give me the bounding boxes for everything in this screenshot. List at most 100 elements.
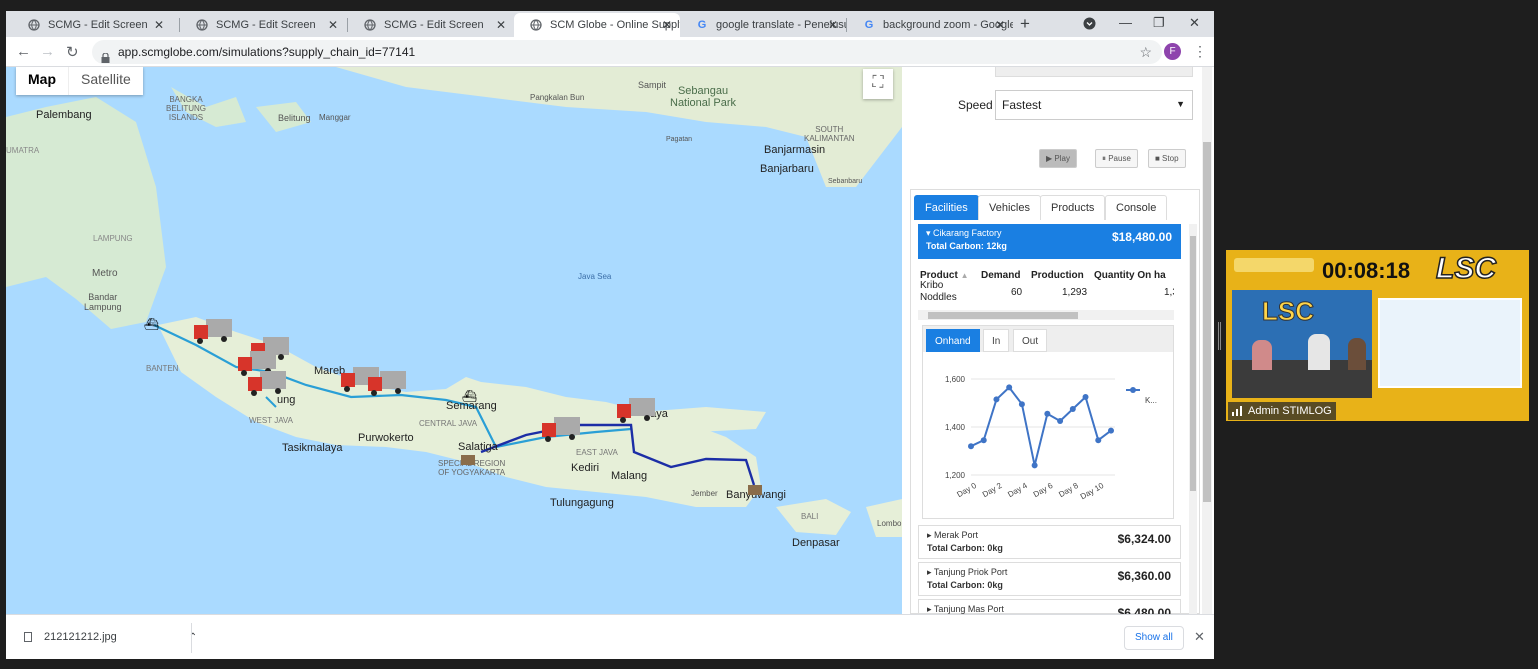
scrollbar-thumb[interactable]	[1190, 236, 1196, 491]
fullscreen-icon[interactable]: ⛶	[863, 69, 893, 99]
scrollbar-thumb[interactable]	[1203, 142, 1211, 502]
close-tab-icon[interactable]: ✕	[496, 18, 506, 32]
x-tick-label: Day 2	[981, 481, 1004, 500]
close-window-icon[interactable]: ✕	[1189, 15, 1200, 31]
video-timer: 00:08:18	[1322, 258, 1411, 283]
facility-carbon: Total Carbon: 0kg	[927, 543, 1003, 553]
tab-console[interactable]: Console	[1105, 195, 1168, 220]
map-label-sumatra: UMATRA	[6, 146, 40, 155]
minimize-icon[interactable]: —	[1119, 15, 1132, 30]
cell-quantity: 1,3	[1164, 287, 1174, 298]
restore-icon[interactable]: ❐	[1153, 15, 1165, 31]
back-icon[interactable]: ←	[16, 43, 31, 60]
pause-button[interactable]: ⏸ Pause	[1095, 149, 1138, 168]
map-label-bangka: BANGKA BELITUNG ISLANDS	[166, 95, 206, 122]
warehouse-marker[interactable]	[461, 455, 475, 465]
facility-name: Tanjung Priok Port	[933, 567, 1008, 577]
ship-marker[interactable]: ⛴	[144, 317, 159, 331]
map-label-banten: BANTEN	[146, 364, 179, 373]
facility-price: $18,480.00	[1111, 230, 1172, 244]
forward-icon[interactable]: →	[40, 43, 55, 60]
map-area[interactable]: Palembang BANGKA BELITUNG ISLANDS Belitu…	[6, 67, 902, 614]
url-field[interactable]: app.scmglobe.com/simulations?supply_chai…	[92, 40, 1162, 64]
map-label-south-kalimantan-text: SOUTH KALIMANTAN	[804, 125, 855, 143]
map-label-palembang: Palembang	[36, 109, 92, 121]
truck-marker[interactable]	[192, 315, 234, 352]
tab-title: background zoom - Google	[883, 19, 1013, 31]
tab-scm-globe[interactable]: SCM Globe - Online Supply ✕	[514, 13, 680, 37]
menu-kebab-icon[interactable]: ⋮	[1193, 43, 1207, 60]
map-label-purwokerto: Purwokerto	[358, 432, 414, 444]
tab-google-translate[interactable]: G google translate - Penelusu ✕	[680, 13, 846, 37]
map-type-satellite-button[interactable]: Satellite	[68, 67, 143, 95]
globe-icon	[364, 19, 376, 31]
warehouse-marker[interactable]	[748, 485, 762, 495]
facility-price: $6,360.00	[1117, 569, 1171, 583]
map-label-belitung: Belitung	[278, 113, 311, 123]
y-tick-label: 1,600	[945, 375, 966, 384]
tab-scmg-edit-3[interactable]: SCMG - Edit Screen ✕	[348, 13, 514, 37]
map-label-bandar-lampung-text: Bandar Lampung	[84, 292, 122, 312]
col-quantity[interactable]: Quantity On ha	[1094, 270, 1166, 281]
bookmark-star-icon[interactable]: ☆	[1139, 40, 1152, 64]
globe-icon	[196, 19, 208, 31]
speed-value: Fastest	[1002, 98, 1042, 112]
ship-marker[interactable]: ⛴	[462, 389, 477, 403]
map-label-tulungagung: Tulungagung	[550, 497, 614, 509]
new-tab-button[interactable]: +	[1020, 14, 1030, 34]
truck-marker[interactable]	[246, 367, 288, 404]
close-tab-icon[interactable]: ✕	[662, 18, 672, 32]
truck-marker[interactable]	[366, 367, 408, 404]
panel-divider-handle[interactable]	[1218, 322, 1221, 350]
tab-background-zoom[interactable]: G background zoom - Google ✕	[847, 13, 1013, 37]
facility-tanjung-priok-port[interactable]: ▸ Tanjung Priok Port Total Carbon: 0kg $…	[918, 562, 1181, 596]
tab-vehicles[interactable]: Vehicles	[978, 195, 1041, 220]
play-button[interactable]: ▶ Play	[1039, 149, 1077, 168]
stop-button[interactable]: ■ Stop	[1148, 149, 1186, 168]
tab-search-icon[interactable]	[1083, 17, 1096, 33]
close-tab-icon[interactable]: ✕	[328, 18, 338, 32]
truck-marker[interactable]	[540, 413, 582, 450]
tab-facilities[interactable]: Facilities	[914, 195, 979, 220]
map-label-salatiga: Salatiga	[458, 441, 498, 453]
close-shelf-icon[interactable]: ✕	[1194, 629, 1205, 645]
map-label-sebangau-text: Sebangau National Park	[670, 85, 737, 109]
profile-avatar[interactable]: F	[1164, 43, 1181, 60]
chart-tab-onhand[interactable]: Onhand	[926, 329, 980, 352]
close-tab-icon[interactable]: ✕	[995, 18, 1005, 32]
facility-name: Merak Port	[934, 530, 979, 540]
download-item[interactable]: 212121212.jpg ⌃	[24, 631, 197, 643]
close-tab-icon[interactable]: ✕	[828, 18, 838, 32]
video-feed-tile[interactable]: 00:08:18 LSC LSC Admin STIMLOG	[1226, 250, 1529, 421]
tab-title: SCMG - Edit Screen	[216, 19, 316, 31]
reload-icon[interactable]: ↻	[66, 43, 79, 61]
table-horizontal-scrollbar[interactable]	[918, 310, 1174, 320]
scrollbar-thumb[interactable]	[928, 312, 1078, 319]
map-label-tasikmalaya: Tasikmalaya	[282, 442, 343, 454]
chart-tab-out[interactable]: Out	[1013, 329, 1048, 352]
data-point	[1082, 394, 1089, 400]
chart-tab-in[interactable]: In	[983, 329, 1010, 352]
map-label-lampung: LAMPUNG	[93, 234, 133, 243]
participant-name: Admin STIMLOG	[1228, 402, 1336, 420]
tab-scmg-edit-2[interactable]: SCMG - Edit Screen ✕	[180, 13, 346, 37]
panel-scrollbar[interactable]	[1202, 67, 1212, 614]
facility-tanjung-mas-port[interactable]: ▸ Tanjung Mas Port $6,480.00	[918, 599, 1181, 615]
close-tab-icon[interactable]: ✕	[154, 18, 164, 32]
video-person	[1308, 334, 1330, 370]
speed-select[interactable]: Fastest ▼	[995, 90, 1193, 120]
facility-cikarang-header[interactable]: ▾ Cikarang Factory Total Carbon: 12kg $1…	[918, 224, 1181, 259]
facilities-scrollbar[interactable]	[1189, 224, 1197, 614]
col-demand[interactable]: Demand	[981, 270, 1020, 281]
data-point	[1044, 410, 1051, 417]
map-type-map-button[interactable]: Map	[16, 67, 68, 95]
tab-scmg-edit-1[interactable]: SCMG - Edit Screen ✕	[12, 13, 172, 37]
truck-marker[interactable]	[615, 394, 657, 431]
show-all-button[interactable]: Show all	[1124, 626, 1184, 650]
facility-merak-port[interactable]: ▸ Merak Port Total Carbon: 0kg $6,324.00	[918, 525, 1181, 559]
tab-title: google translate - Penelusu	[716, 19, 846, 31]
col-production[interactable]: Production	[1031, 270, 1084, 281]
globe-icon	[28, 19, 40, 31]
tab-products[interactable]: Products	[1040, 195, 1106, 220]
data-point	[1095, 437, 1102, 444]
